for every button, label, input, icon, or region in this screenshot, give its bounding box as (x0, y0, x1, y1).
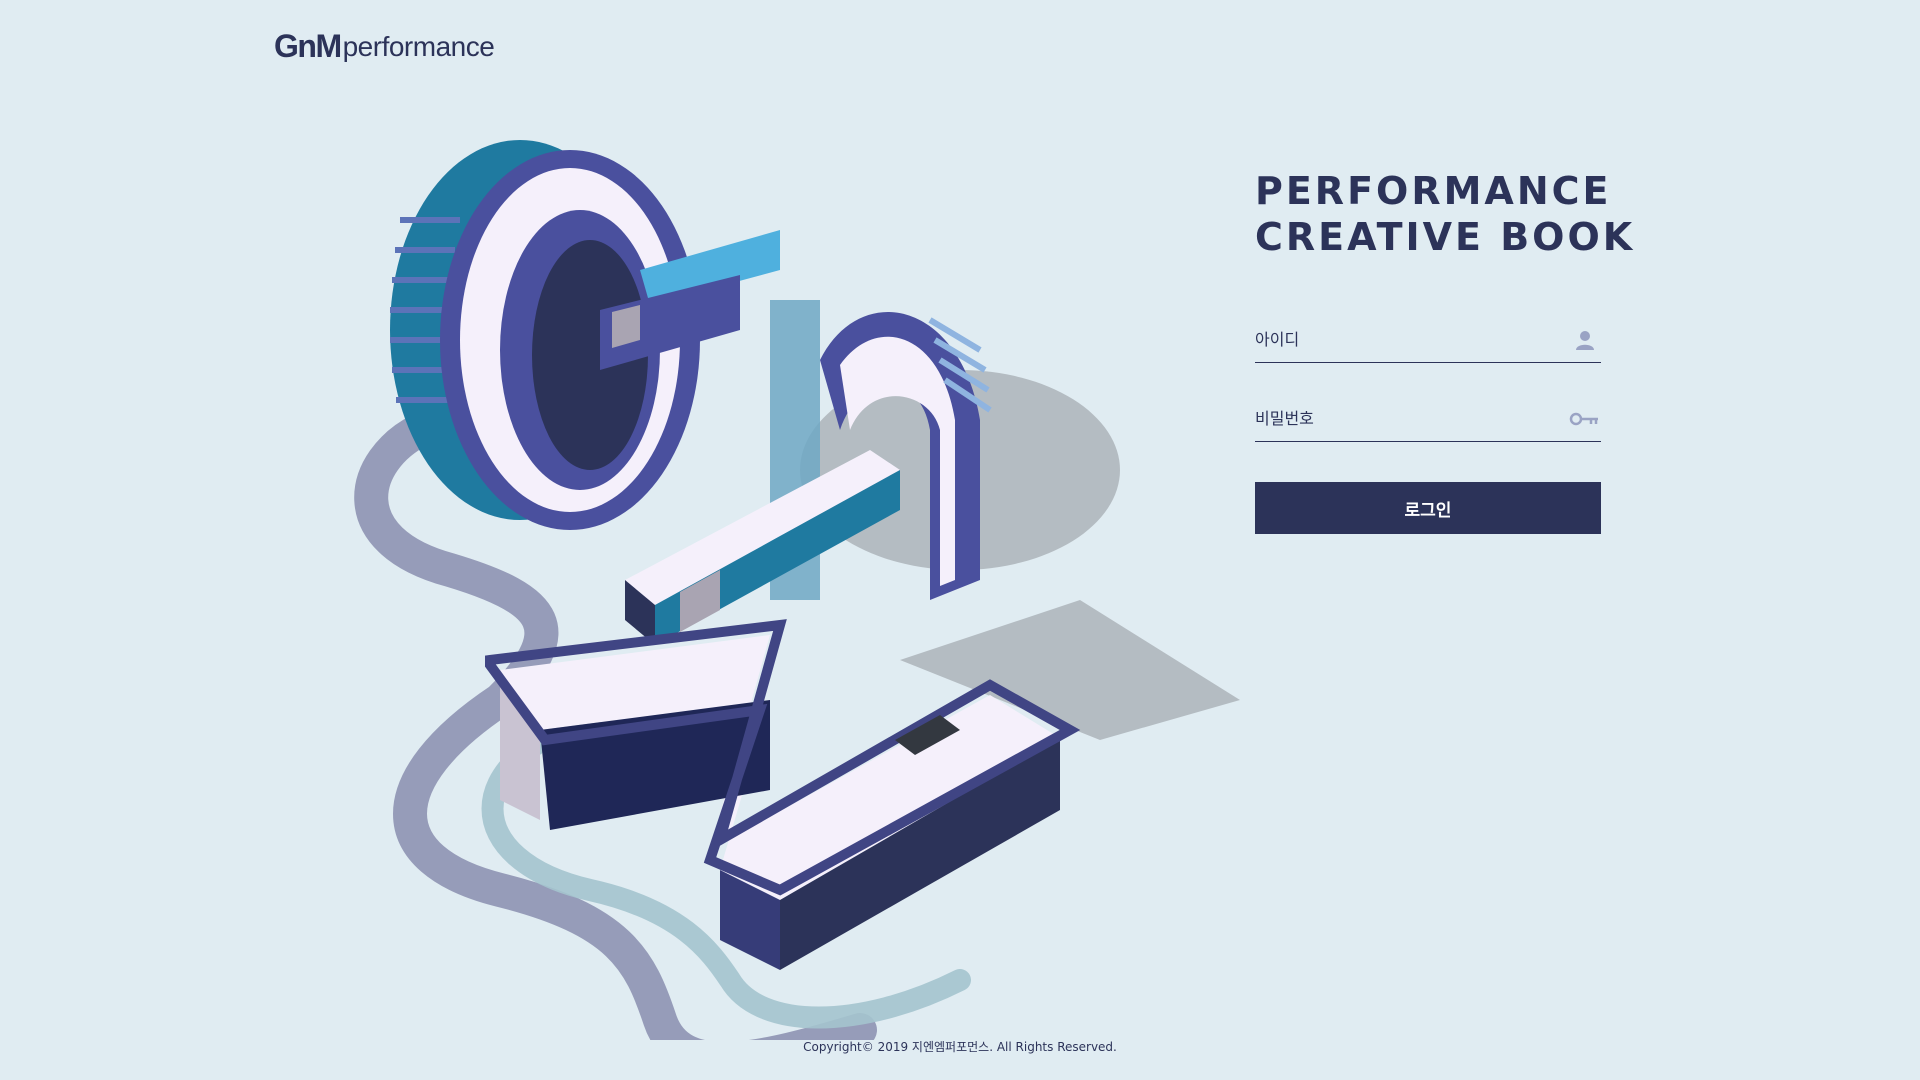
gnm-3d-illustration (354, 140, 1240, 1040)
login-panel: PERFORMANCE CREATIVE BOOK 로그인 (1255, 168, 1632, 534)
id-input[interactable] (1255, 318, 1555, 360)
key-icon (1569, 412, 1598, 426)
password-field (1255, 397, 1601, 442)
copyright-text: Copyright© 2019 지엔엠퍼포먼스. All Rights Rese… (803, 1040, 1117, 1054)
page-title-line2: CREATIVE BOOK (1255, 215, 1636, 259)
page-title: PERFORMANCE CREATIVE BOOK (1255, 168, 1632, 260)
login-button[interactable]: 로그인 (1255, 482, 1601, 534)
logo-mark: GnM (274, 28, 342, 64)
gnm-logo[interactable]: GnM performance (274, 22, 495, 64)
password-input[interactable] (1255, 397, 1555, 439)
page-title-line1: PERFORMANCE (1255, 169, 1612, 213)
user-icon (1576, 331, 1594, 350)
id-field (1255, 318, 1601, 363)
logo-text: performance (342, 31, 495, 62)
